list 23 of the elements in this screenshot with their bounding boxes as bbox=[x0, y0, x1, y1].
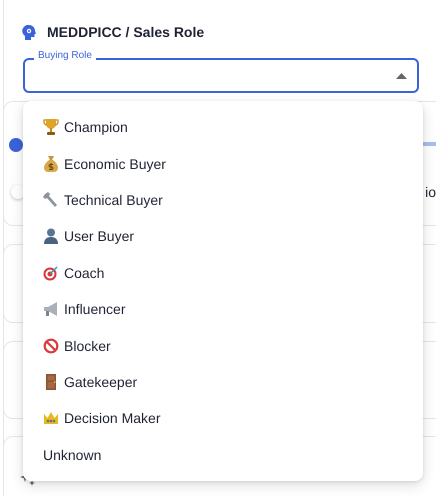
head-gear-icon bbox=[22, 24, 36, 40]
field-label: Buying Role bbox=[34, 50, 96, 62]
menu-option[interactable]: Gatekeeper bbox=[23, 364, 423, 400]
caret-icon bbox=[396, 72, 407, 78]
menu-option[interactable]: Blocker bbox=[23, 327, 423, 364]
no-entry-icon bbox=[43, 336, 59, 355]
money-bag-icon bbox=[43, 154, 59, 173]
menu-option[interactable]: Decision Maker bbox=[23, 400, 423, 437]
slider-thumb[interactable] bbox=[9, 138, 23, 152]
menu-option[interactable]: Influencer bbox=[23, 290, 423, 328]
megaphone-icon bbox=[43, 300, 59, 318]
option-label: io bbox=[425, 184, 436, 200]
menu-option[interactable]: Economic Buyer bbox=[23, 145, 423, 182]
trophy-icon bbox=[43, 118, 59, 136]
section-title: MEDDPICC / Sales Role bbox=[47, 24, 204, 40]
target-icon bbox=[43, 264, 59, 282]
menu-option[interactable]: Coach bbox=[23, 254, 423, 291]
person-icon bbox=[43, 227, 59, 246]
menu-option[interactable]: Unknown bbox=[23, 436, 423, 473]
menu-option[interactable]: Technical Buyer bbox=[23, 182, 423, 218]
menu-option[interactable]: Champion bbox=[23, 109, 423, 146]
door-icon bbox=[43, 372, 59, 391]
menu-option[interactable]: User Buyer bbox=[23, 218, 423, 255]
